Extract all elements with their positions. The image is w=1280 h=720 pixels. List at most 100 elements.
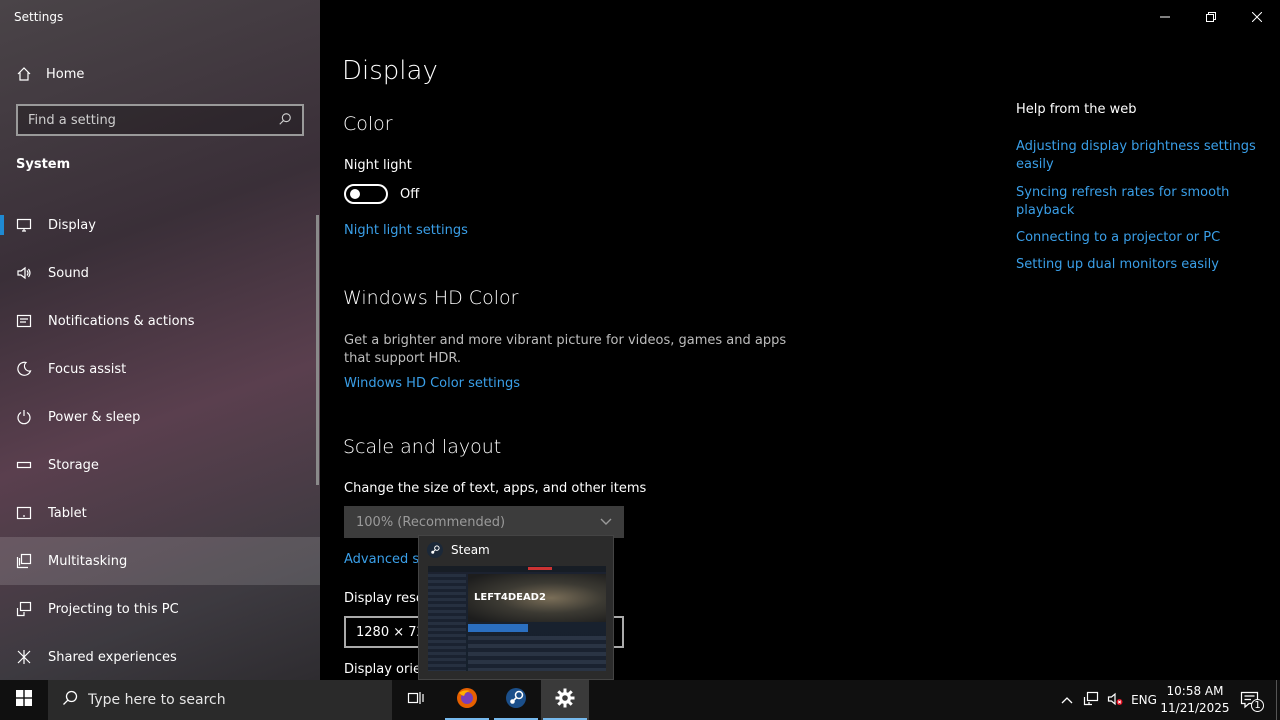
sidebar-item-label: Projecting to this PC [48, 601, 179, 617]
sidebar-item-label: Storage [48, 457, 99, 473]
advanced-scaling-link[interactable]: Advanced sc [344, 552, 426, 567]
clock-time: 10:58 AM [1166, 684, 1224, 698]
display-orientation-label: Display orie [344, 662, 421, 677]
sidebar-item-label: Tablet [48, 505, 87, 521]
sidebar-item-notifications[interactable]: Notifications & actions [0, 297, 320, 345]
find-setting-search[interactable] [16, 104, 304, 136]
scale-layout-heading: Scale and layout [343, 436, 502, 458]
page-title: Display [342, 56, 438, 86]
preview-game-logo: LEFT4DEAD2 [474, 592, 546, 603]
volume-button[interactable] [1104, 680, 1126, 720]
thumbnail-app-name: Steam [451, 543, 490, 557]
help-link-refresh-rates[interactable]: Syncing refresh rates for smooth playbac… [1016, 184, 1256, 220]
sidebar-item-display[interactable]: Display [0, 201, 320, 249]
action-center-button[interactable]: 1 [1234, 680, 1266, 720]
start-button[interactable] [0, 680, 48, 720]
task-view-button[interactable] [392, 680, 440, 720]
chevron-down-icon [600, 515, 612, 530]
minimize-button[interactable] [1142, 0, 1188, 32]
close-icon [1251, 7, 1263, 26]
sidebar-item-sound[interactable]: Sound [0, 249, 320, 297]
window-title: Settings [14, 10, 64, 24]
speaker-icon [16, 265, 32, 281]
hdr-settings-link[interactable]: Windows HD Color settings [344, 376, 520, 391]
taskbar-clock[interactable]: 10:58 AM 11/21/2025 [1160, 683, 1230, 717]
moon-icon [16, 361, 32, 377]
network-icon [1083, 691, 1099, 710]
sidebar-item-label: Notifications & actions [48, 313, 195, 329]
hdr-description: Get a brighter and more vibrant picture … [344, 333, 787, 366]
tablet-icon [16, 505, 32, 521]
preview-play-bar [468, 624, 528, 632]
help-title: Help from the web [1016, 102, 1137, 117]
input-language[interactable]: ENG [1128, 680, 1160, 720]
close-button[interactable] [1234, 0, 1280, 32]
sidebar-item-label: Sound [48, 265, 89, 281]
night-light-toggle[interactable] [344, 184, 388, 204]
help-link-dual-monitors[interactable]: Setting up dual monitors easily [1016, 256, 1256, 274]
restore-button[interactable] [1188, 0, 1234, 32]
sidebar-item-storage[interactable]: Storage [0, 441, 320, 489]
notification-count-badge: 1 [1251, 699, 1264, 712]
scale-dropdown-value: 100% (Recommended) [356, 514, 506, 530]
sidebar-item-focus-assist[interactable]: Focus assist [0, 345, 320, 393]
preview-activity-rows [468, 636, 606, 671]
sidebar-item-projecting[interactable]: Projecting to this PC [0, 585, 320, 633]
storage-icon [16, 457, 32, 473]
window-controls [1142, 0, 1280, 32]
taskbar-search[interactable] [48, 680, 392, 720]
volume-muted-icon [1107, 691, 1123, 710]
system-nav-list: Display Sound Notifications & actions Fo… [0, 201, 320, 680]
taskbar-search-input[interactable] [88, 692, 368, 708]
sidebar-item-tablet[interactable]: Tablet [0, 489, 320, 537]
show-hidden-icons-button[interactable] [1056, 680, 1078, 720]
steam-icon [427, 542, 443, 558]
find-setting-input[interactable] [28, 112, 258, 128]
help-link-projector[interactable]: Connecting to a projector or PC [1016, 229, 1256, 247]
thumbnail-header: Steam [419, 536, 613, 564]
steam-window-preview[interactable]: LEFT4DEAD2 [428, 566, 606, 671]
night-light-settings-link[interactable]: Night light settings [344, 223, 468, 238]
search-icon [62, 690, 78, 710]
scale-dropdown[interactable]: 100% (Recommended) [344, 506, 624, 538]
chevron-up-icon [1061, 693, 1073, 707]
firefox-icon [456, 687, 478, 713]
home-nav-item[interactable]: Home [16, 63, 84, 85]
network-button[interactable] [1080, 680, 1102, 720]
home-icon [16, 66, 32, 82]
monitor-icon [16, 217, 32, 233]
help-link-brightness[interactable]: Adjusting display brightness settings ea… [1016, 138, 1256, 174]
sidebar-scrollbar[interactable] [316, 215, 319, 485]
task-view-icon [407, 690, 425, 710]
home-label: Home [46, 66, 85, 82]
taskbar-settings[interactable] [541, 680, 589, 720]
clock-date: 11/21/2025 [1160, 701, 1230, 715]
sidebar-item-multitasking[interactable]: Multitasking [0, 537, 320, 585]
taskbar: ENG 10:58 AM 11/21/2025 1 [0, 680, 1280, 720]
taskbar-steam[interactable] [492, 680, 540, 720]
steam-taskbar-thumbnail[interactable]: Steam LEFT4DEAD2 [418, 535, 614, 680]
sidebar-item-label: Shared experiences [48, 649, 177, 665]
sidebar-item-power-sleep[interactable]: Power & sleep [0, 393, 320, 441]
power-icon [16, 409, 32, 425]
sidebar-item-shared-experiences[interactable]: Shared experiences [0, 633, 320, 680]
preview-library-list [428, 574, 466, 671]
scale-size-label: Change the size of text, apps, and other… [344, 481, 647, 496]
gear-icon [555, 688, 575, 712]
night-light-state: Off [400, 187, 420, 202]
multitasking-icon [16, 553, 32, 569]
search-icon[interactable] [278, 111, 292, 130]
system-section-label: System [16, 157, 71, 172]
hdr-heading: Windows HD Color [343, 287, 519, 309]
preview-accent [528, 567, 552, 570]
preview-menubar [428, 566, 606, 572]
color-heading: Color [343, 113, 393, 135]
display-resolution-label: Display reso [344, 591, 424, 606]
notification-icon [16, 313, 32, 329]
show-desktop-button[interactable] [1276, 680, 1280, 720]
steam-icon [505, 687, 527, 713]
sidebar-item-label: Display [48, 217, 96, 233]
projecting-icon [16, 601, 32, 617]
taskbar-firefox[interactable] [443, 680, 491, 720]
sidebar-item-label: Power & sleep [48, 409, 141, 425]
